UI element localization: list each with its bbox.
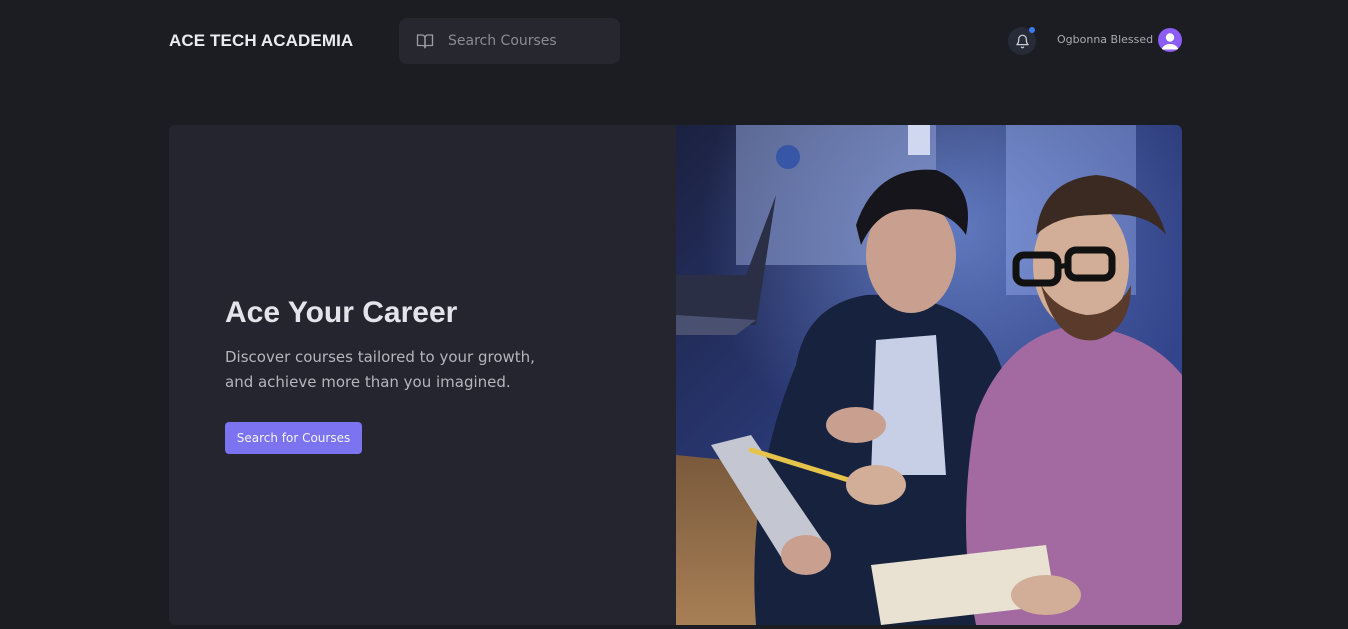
notification-button[interactable] (1008, 27, 1036, 55)
hero-content: Ace Your Career Discover courses tailore… (169, 125, 676, 625)
hero-banner: Ace Your Career Discover courses tailore… (169, 125, 1182, 625)
user-name[interactable]: Ogbonna Blessed (1057, 33, 1153, 47)
hero-title: Ace Your Career (225, 296, 458, 329)
hero-photo (676, 125, 1182, 625)
search-courses-button[interactable]: Search for Courses (225, 422, 362, 454)
bell-icon (1015, 34, 1030, 49)
hero-description: Discover courses tailored to your growth… (225, 348, 535, 391)
book-open-icon (416, 31, 436, 51)
search-bar[interactable] (399, 18, 620, 64)
notification-dot (1029, 27, 1035, 33)
search-input[interactable] (448, 33, 608, 49)
user-avatar-icon[interactable] (1158, 28, 1182, 52)
site-logo[interactable]: ACE TECH ACADEMIA (169, 30, 353, 52)
